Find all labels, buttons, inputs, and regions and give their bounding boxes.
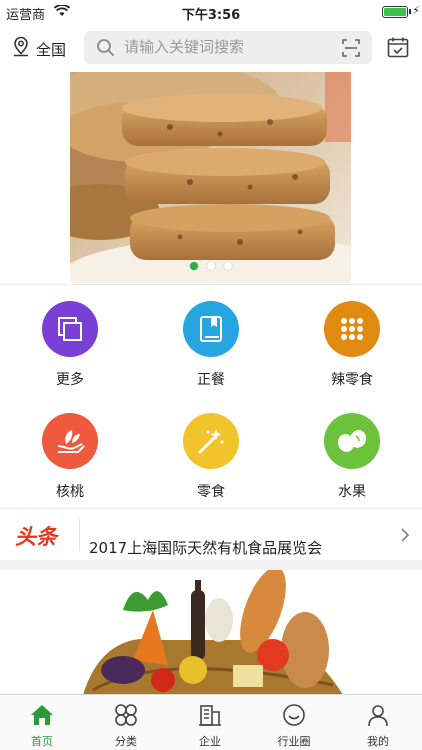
- more-icon: [42, 301, 98, 357]
- category-fruit[interactable]: 水果: [282, 413, 422, 501]
- book-icon: [183, 301, 239, 357]
- category-more[interactable]: 更多: [0, 301, 140, 389]
- category-label: 辣零食: [331, 372, 373, 388]
- tab-label: 行业圈: [277, 735, 311, 748]
- tab-mine[interactable]: 我的: [336, 701, 420, 749]
- location-pin-icon: [12, 36, 30, 62]
- category-label: 水果: [338, 484, 366, 500]
- battery-icon: [382, 6, 408, 18]
- category-label: 零食: [197, 484, 225, 500]
- bottom-tab-bar: 首页 分类 企业 行业圈 我的: [0, 694, 422, 750]
- tab-label: 企业: [199, 735, 221, 748]
- headline-badge: 头条: [15, 524, 57, 549]
- tab-industry-circle[interactable]: 行业圈: [252, 701, 336, 749]
- promo-image-vegetables[interactable]: [43, 570, 375, 695]
- status-bar: 运营商 下午3:56 ⚡: [0, 0, 422, 24]
- category-spicy-snacks[interactable]: 辣零食: [282, 301, 422, 389]
- search-icon: [96, 38, 115, 61]
- location-selector[interactable]: 全国: [12, 36, 66, 62]
- chevron-right-icon[interactable]: [400, 527, 410, 547]
- carousel-indicator: [0, 262, 422, 270]
- category-label: 核桃: [56, 484, 84, 500]
- calendar-icon[interactable]: [387, 36, 409, 62]
- category-label: 正餐: [197, 372, 225, 388]
- smiley-icon: [252, 701, 336, 729]
- bean-icon: [324, 413, 380, 469]
- carousel-dot[interactable]: [207, 262, 215, 270]
- clover-icon: [84, 701, 168, 729]
- grid-dots-icon: [324, 301, 380, 357]
- tab-category[interactable]: 分类: [84, 701, 168, 749]
- category-grid: 更多 正餐 辣零食 核桃 零食 水果: [0, 284, 422, 508]
- user-icon: [336, 701, 420, 729]
- clock: 下午3:56: [181, 8, 241, 23]
- home-icon: [0, 701, 84, 729]
- search-input[interactable]: [124, 36, 324, 58]
- carousel-dot[interactable]: [190, 262, 198, 270]
- building-icon: [168, 701, 252, 729]
- promo-section: [0, 570, 422, 695]
- banner-image-cookies[interactable]: [70, 72, 351, 283]
- top-header: 全国: [0, 24, 422, 72]
- headline-title[interactable]: 2017上海国际天然有机食品展览会: [89, 537, 322, 558]
- leaf-hand-icon: [42, 413, 98, 469]
- scan-icon[interactable]: [342, 39, 360, 61]
- category-snacks[interactable]: 零食: [141, 413, 281, 501]
- tab-enterprise[interactable]: 企业: [168, 701, 252, 749]
- tab-home[interactable]: 首页: [0, 701, 84, 749]
- banner-carousel[interactable]: [0, 72, 422, 284]
- charging-icon: ⚡: [412, 4, 420, 17]
- headline-news[interactable]: 头条 2017上海国际天然有机食品展览会: [0, 508, 422, 560]
- tab-label: 我的: [367, 735, 389, 748]
- category-meal[interactable]: 正餐: [141, 301, 281, 389]
- category-label: 更多: [56, 372, 84, 388]
- carousel-dot[interactable]: [224, 262, 232, 270]
- search-bar[interactable]: [84, 31, 372, 64]
- tab-label: 首页: [31, 735, 53, 748]
- magic-wand-icon: [183, 413, 239, 469]
- category-walnut[interactable]: 核桃: [0, 413, 140, 501]
- tab-label: 分类: [115, 735, 137, 748]
- divider: [79, 519, 80, 551]
- location-label: 全国: [36, 40, 67, 59]
